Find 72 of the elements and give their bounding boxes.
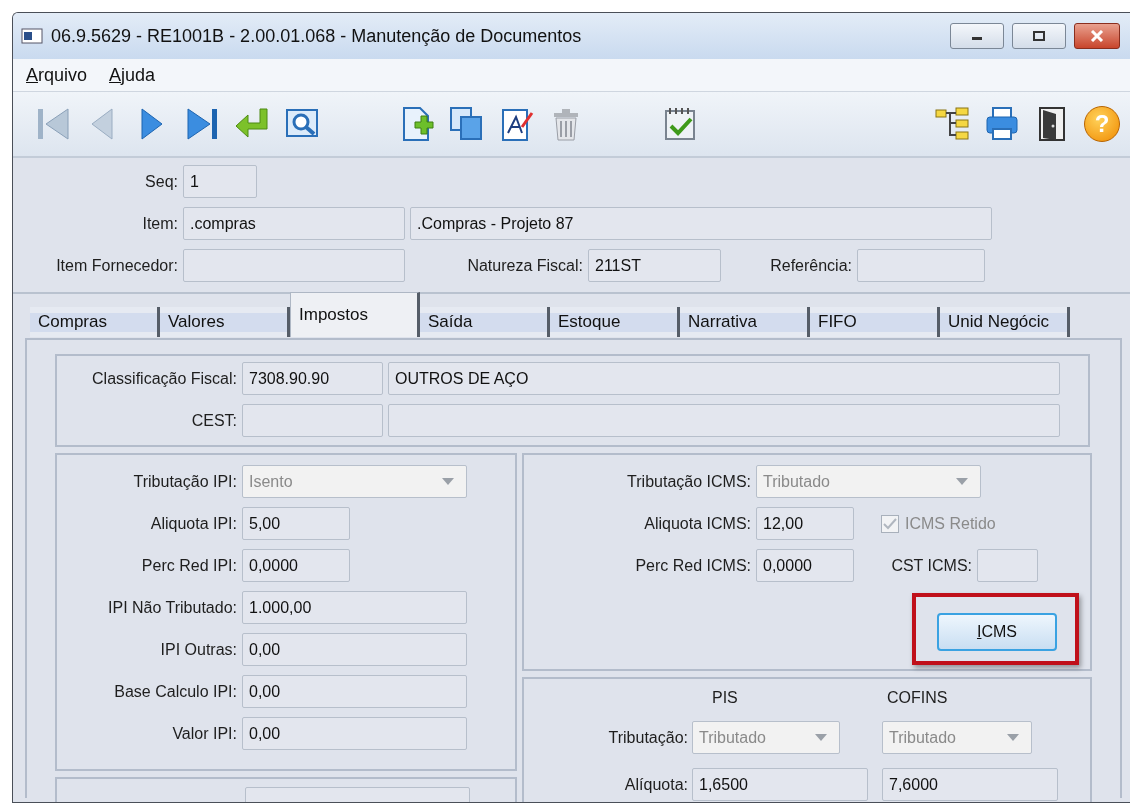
field-label: Classificação Fiscal: (92, 369, 237, 388)
text-field[interactable]: .Compras - Projeto 87 (410, 207, 992, 240)
app-icon (21, 27, 43, 45)
text-field[interactable]: 0,00 (242, 633, 467, 666)
field-label: Item Fornecedor: (56, 256, 178, 275)
text-field[interactable] (242, 404, 383, 437)
column-heading: COFINS (887, 689, 948, 707)
text-field[interactable]: 0,00 (242, 717, 467, 750)
field-label: Perc Red ICMS: (635, 556, 751, 575)
menu-item[interactable]: Arquivo (26, 64, 88, 86)
tab[interactable]: Unid Negócic (940, 307, 1070, 337)
text-field[interactable]: 7,6000 (882, 768, 1058, 801)
checklist-icon[interactable] (662, 105, 698, 143)
caret-icon (815, 734, 827, 741)
text-field[interactable]: .compras (183, 207, 405, 240)
field-label: Tributação: (608, 728, 688, 747)
text-field[interactable]: 1.000,00 (242, 591, 467, 624)
field-label: Tributação ICMS: (627, 472, 751, 491)
caret-icon (1007, 734, 1019, 741)
tab[interactable]: Valores (160, 307, 290, 337)
field-label: CEST: (191, 411, 237, 430)
text-field[interactable] (857, 249, 985, 282)
tab[interactable]: Saída (420, 307, 550, 337)
maximize-button[interactable] (1012, 23, 1066, 49)
field-label: Natureza Fiscal: (467, 256, 583, 275)
caret-icon (956, 478, 968, 485)
minimize-button[interactable] (950, 23, 1004, 49)
maximize-icon[interactable] (1032, 30, 1046, 42)
text-field[interactable]: 7308.90.90 (242, 362, 383, 395)
field-label: Valor IPI: (172, 724, 237, 743)
text-field[interactable]: 12,00 (756, 507, 854, 540)
text-field[interactable]: 0,00 (242, 675, 467, 708)
text-field[interactable]: 1,6500 (692, 768, 868, 801)
copy-icon[interactable] (448, 105, 484, 143)
text-field[interactable]: 5,00 (242, 507, 350, 540)
tab[interactable]: Narrativa (680, 307, 810, 337)
tab[interactable]: Compras (30, 307, 160, 337)
field-label: CST ICMS: (891, 556, 972, 575)
field-label: Item: (142, 214, 178, 233)
field-label: Aliquota ICMS: (644, 514, 751, 533)
printer-icon[interactable] (984, 105, 1020, 143)
text-field[interactable]: 0,0000 (756, 549, 854, 582)
text-field[interactable]: OUTROS DE AÇO (388, 362, 1060, 395)
field-label: IPI Outras: (160, 640, 237, 659)
skip-last-icon[interactable] (184, 105, 220, 143)
field-label: Alíquota: (624, 775, 688, 794)
text-field[interactable]: 211ST (588, 249, 721, 282)
text-field[interactable]: 0,0000 (242, 549, 350, 582)
field-label: Tributação IPI: (133, 472, 237, 491)
close-button[interactable] (1074, 23, 1120, 49)
text-field[interactable] (388, 404, 1060, 437)
field-label: Referência: (770, 256, 852, 275)
column-heading: PIS (712, 689, 738, 707)
field-label: Aliquota IPI: (150, 514, 237, 533)
tab[interactable]: Estoque (550, 307, 680, 337)
field-label: Seq: (145, 172, 178, 191)
text-field[interactable] (183, 249, 405, 282)
tree-icon[interactable] (934, 105, 970, 143)
field-label: Base Calculo IPI: (114, 682, 237, 701)
check-icon (883, 517, 897, 530)
checkbox-label: ICMS Retido (905, 514, 996, 533)
close-icon[interactable] (1090, 30, 1104, 42)
field-label: Perc Red IPI: (141, 556, 237, 575)
text-field[interactable] (977, 549, 1038, 582)
field-label: IPI Não Tributado: (108, 598, 237, 617)
tab[interactable]: Impostos (290, 292, 420, 337)
icms-button[interactable]: ICMS (937, 613, 1057, 651)
window-title: 06.9.5629 - RE1001B - 2.00.01.068 - Manutenção de Documentos (51, 25, 583, 47)
caret-icon (442, 478, 454, 485)
menu-item[interactable]: Ajuda (109, 64, 156, 86)
text-field[interactable]: 1 (183, 165, 257, 198)
tab[interactable]: FIFO (810, 307, 940, 337)
